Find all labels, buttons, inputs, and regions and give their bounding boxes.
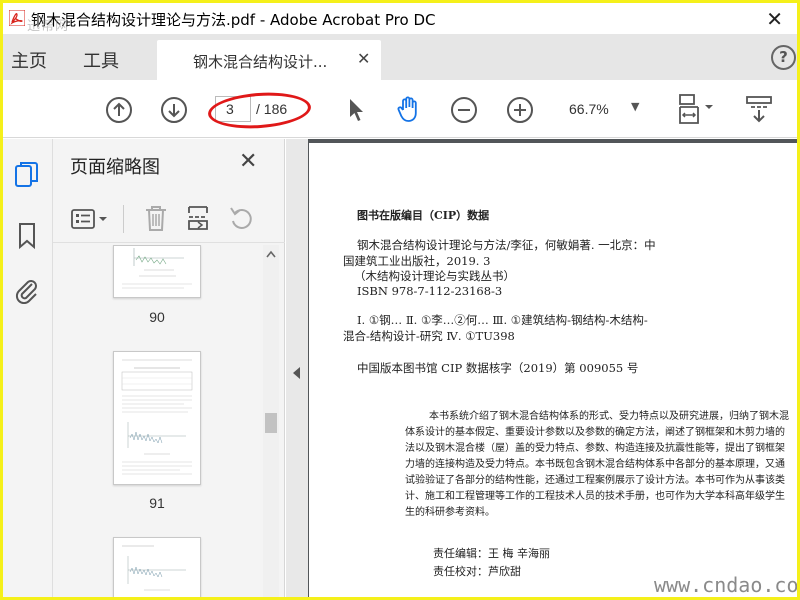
toolbar-divider [123, 205, 124, 233]
panel-close-button[interactable]: ✕ [239, 149, 257, 174]
thumbnail-content [122, 545, 186, 591]
summary-line: 生的科研参考资料。 [405, 507, 495, 518]
main-toolbar: 3 / 186 66.7% ▼ [3, 80, 797, 138]
paperclip-icon [15, 280, 37, 304]
site-watermark: www.cndao.com [654, 573, 800, 597]
summary-line: 力墙的连接构造及受力特点。本书既包含钢木混合结构体系中各部分的基本原理，又通 [405, 459, 785, 470]
arrow-down-circle-icon [161, 97, 187, 123]
overlay-watermark-logo: 迅帮网 [27, 19, 70, 34]
document-tab-label: 钢木混合结构设计... [193, 53, 328, 71]
scrollbar-thumb[interactable] [265, 413, 277, 433]
panel-title: 页面缩略图 [70, 157, 160, 178]
summary-line: 体系设计的基本假定、重要设计参数以及参数的确定方法，阐述了钢框架和木剪力墙的 [405, 427, 785, 438]
thumbnail-content [122, 248, 192, 289]
acrobat-logo-icon [8, 9, 26, 27]
cip-line: Ⅰ. ①钢… Ⅱ. ①李…②何… Ⅲ. ①建筑结构-钢结构-木结构- [357, 313, 648, 327]
zoom-level-select[interactable]: 66.7% [569, 101, 609, 117]
thumbnail-list: 90 91 [53, 245, 263, 597]
left-navigation-rail [3, 139, 53, 597]
bookmark-icon [19, 223, 35, 250]
fit-page-icon [679, 94, 713, 124]
plus-circle-icon [507, 97, 533, 123]
summary-line: 本书系统介绍了钢木混合结构体系的形式、受力特点以及研究进展，归纳了钢木混 [429, 411, 789, 422]
zoom-out-button[interactable] [449, 95, 479, 125]
page-thumbnails-panel: 页面缩略图 ✕ 90 91 [53, 139, 285, 597]
extract-page-icon [188, 206, 208, 230]
cip-line: 混合-结构设计-研究 Ⅳ. ①TU398 [343, 329, 515, 343]
copy-pages-icon [15, 162, 38, 187]
hand-tool-button[interactable] [393, 93, 425, 125]
rotate-pages-button[interactable] [225, 203, 257, 233]
list-options-icon [71, 209, 107, 229]
thumbnail-scrollbar[interactable] [263, 245, 279, 597]
thumbnail-page-label: 90 [149, 309, 165, 325]
cip-line: （木结构设计理论与实践丛书） [354, 269, 515, 283]
page-thumbnails-nav-button[interactable] [10, 159, 44, 193]
minus-circle-icon [451, 97, 477, 123]
page-thumbnail[interactable] [113, 537, 201, 597]
extract-pages-button[interactable] [183, 203, 215, 233]
thumbnail-options-button[interactable] [70, 205, 114, 233]
summary-line: 计、施工和工程管理等工作的工程技术人员的技术手册，也可作为大学本科高年级学生 [405, 491, 785, 502]
zoom-dropdown-caret[interactable]: ▼ [631, 100, 639, 113]
arrow-up-circle-icon [106, 97, 132, 123]
cursor-arrow-icon [350, 99, 363, 121]
window-close-button[interactable]: ✕ [766, 7, 783, 31]
delete-pages-button[interactable] [141, 203, 171, 233]
tab-document[interactable]: 钢木混合结构设计... ✕ [157, 40, 381, 80]
page-fit-button[interactable] [675, 92, 719, 126]
rotate-icon [230, 207, 252, 229]
cip-heading: 图书在版编目（CIP）数据 [357, 209, 490, 222]
app-window: 钢木混合结构设计理论与方法.pdf - Adobe Acrobat Pro DC… [0, 0, 800, 600]
editor-credit: 责任编辑：王 梅 辛海丽 [433, 547, 550, 560]
proofreader-credit: 责任校对：芦欣甜 [433, 565, 521, 578]
help-button[interactable]: ? [771, 45, 796, 70]
hand-icon [397, 96, 417, 122]
trash-icon [146, 206, 166, 231]
document-view: 图书在版编目（CIP）数据 钢木混合结构设计理论与方法/李征，何敏娟著. 一北京… [286, 139, 800, 597]
thumbnail-content [121, 359, 193, 475]
zoom-in-button[interactable] [505, 95, 535, 125]
attachments-nav-button[interactable] [10, 273, 44, 307]
cip-line: 钢木混合结构设计理论与方法/李征，何敏娟著. 一北京：中 [357, 238, 656, 252]
summary-line: 法以及钢木混合楼（屋）盖的受力特点、参数、构造连接及抗震性能等，提出了钢框架 [405, 443, 785, 454]
tab-home[interactable]: 主页 [11, 47, 47, 73]
scroll-mode-icon [746, 96, 772, 123]
scroll-up-arrow-icon[interactable] [263, 247, 279, 263]
cip-line: ISBN 978-7-112-23168-3 [357, 284, 503, 298]
page-thumbnail[interactable] [113, 245, 201, 298]
document-tab-close-button[interactable]: ✕ [357, 49, 370, 68]
select-tool-button[interactable] [343, 95, 369, 125]
pdf-page: 图书在版编目（CIP）数据 钢木混合结构设计理论与方法/李征，何敏娟著. 一北京… [309, 143, 800, 597]
tab-bar: 主页 工具 钢木混合结构设计... ✕ ? [3, 34, 797, 80]
tab-tools[interactable]: 工具 [83, 47, 119, 73]
collapse-arrow-icon[interactable] [293, 367, 300, 379]
cip-line: 国建筑工业出版社，2019. 3 [343, 254, 491, 268]
previous-page-button[interactable] [104, 95, 134, 125]
summary-line: 试验验证了各部分的结构性能，还通过工程案例展示了设计方法。本书可作为从事该类 [405, 475, 785, 486]
next-page-button[interactable] [159, 95, 189, 125]
thumbnail-tools [53, 193, 285, 243]
page-thumbnail[interactable] [113, 351, 201, 485]
title-bar: 钢木混合结构设计理论与方法.pdf - Adobe Acrobat Pro DC… [3, 3, 797, 34]
thumbnail-page-label: 91 [149, 495, 165, 511]
window-title: 钢木混合结构设计理论与方法.pdf - Adobe Acrobat Pro DC [31, 11, 436, 29]
scroll-mode-button[interactable] [743, 92, 775, 126]
panel-collapse-strip[interactable] [286, 139, 308, 597]
bookmarks-nav-button[interactable] [10, 219, 44, 253]
cip-core-number: 中国版本图书馆 CIP 数据核字（2019）第 009055 号 [357, 361, 639, 375]
